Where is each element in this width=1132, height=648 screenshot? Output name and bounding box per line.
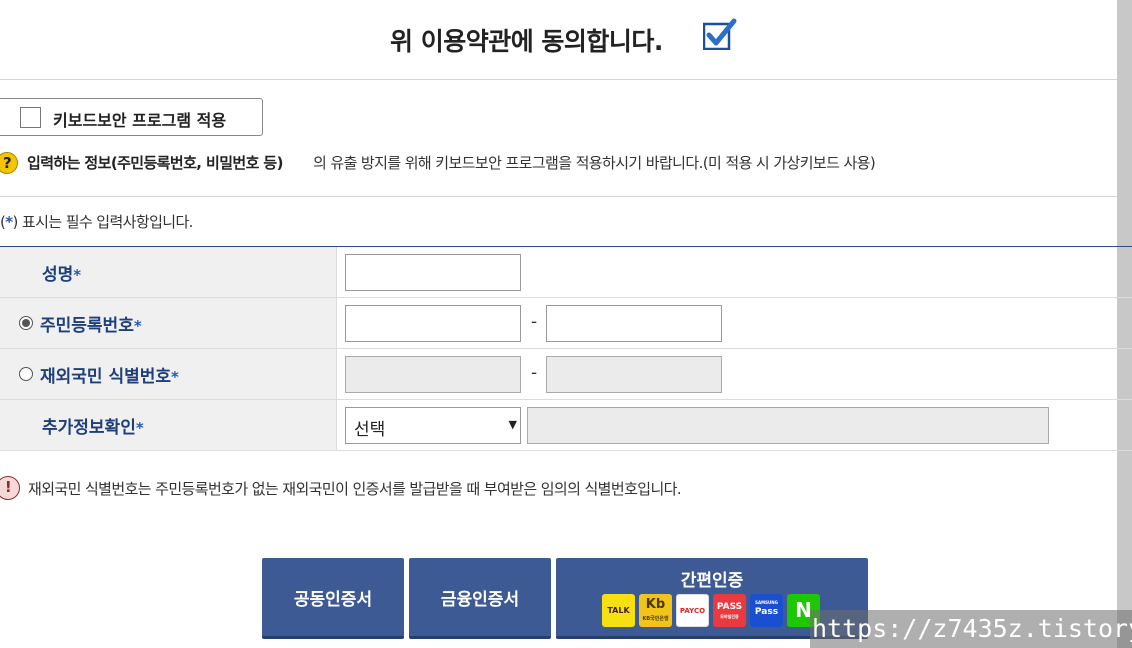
financial-certificate-button[interactable]: 금융인증서 <box>409 558 551 639</box>
label-cell: 성명* <box>0 247 337 297</box>
rrn-dash: - <box>531 312 538 332</box>
terms-agree-checkbox-checked-icon[interactable] <box>703 18 737 50</box>
required-star-icon: * <box>135 419 144 437</box>
extra-info-select[interactable]: 선택 ▼ <box>345 407 521 444</box>
name-label: 성명* <box>42 265 82 285</box>
required-star-icon: * <box>5 213 13 231</box>
notice-strong-text: 입력하는 정보(주민등록번호, 비밀번호 등) <box>27 154 283 172</box>
kb-logo-icon: Kb KB국민은행 <box>639 594 672 627</box>
question-icon: ? <box>0 152 18 174</box>
watermark: https://z7435z.tistory.com <box>810 610 1132 648</box>
financial-certificate-label: 금융인증서 <box>440 590 520 610</box>
extra-info-label: 추가정보확인* <box>42 418 144 438</box>
notice-text: 의 유출 방지를 위해 키보드보안 프로그램을 적용하시기 바랍니다.(미 적용… <box>313 154 876 172</box>
keyboard-security-toggle[interactable]: 키보드보안 프로그램 적용 <box>0 98 263 136</box>
terms-agree-row: 위 이용약관에 동의합니다. <box>0 0 1117 80</box>
foreign-id-back-input[interactable] <box>546 356 722 393</box>
foreign-id-radio[interactable] <box>19 367 33 381</box>
keyboard-security-label: 키보드보안 프로그램 적용 <box>53 111 227 130</box>
form-row-extra-info: 추가정보확인* 선택 ▼ <box>0 400 1132 451</box>
form-row-rrn: 주민등록번호* - <box>0 298 1132 349</box>
terms-agree-text: 위 이용약관에 동의합니다. <box>390 27 663 56</box>
form-row-foreign-id: 재외국민 식별번호* - <box>0 349 1132 400</box>
required-star-icon: * <box>73 266 82 284</box>
payco-logo-icon: PAYCO <box>676 594 709 627</box>
foreign-id-front-input[interactable] <box>345 356 521 393</box>
joint-certificate-label: 공동인증서 <box>293 590 373 610</box>
extra-info-input[interactable] <box>527 407 1049 444</box>
extra-info-select-value: 선택 <box>354 420 386 440</box>
required-fields-note: (*) 표시는 필수 입력사항입니다. <box>0 211 193 232</box>
divider <box>0 196 1117 197</box>
identity-form: 성명* 주민등록번호* - 재외국민 식별번호* - 추가정보확인* 선택 ▼ <box>0 246 1132 451</box>
samsung-pass-logo-icon: SAMSUNG Pass <box>750 594 783 627</box>
required-star-icon: * <box>171 368 179 386</box>
joint-certificate-button[interactable]: 공동인증서 <box>262 558 404 639</box>
foreign-id-label: 재외국민 식별번호* <box>40 367 179 387</box>
kakao-logo-icon: TALK <box>602 594 635 627</box>
rrn-back-input[interactable] <box>546 305 722 342</box>
foreign-id-notice-text: 재외국민 식별번호는 주민등록번호가 없는 재외국민이 인증서를 발급받을 때 … <box>28 480 682 498</box>
name-input[interactable] <box>345 254 521 291</box>
rrn-label: 주민등록번호* <box>40 316 142 336</box>
rrn-front-input[interactable] <box>345 305 521 342</box>
chevron-down-icon: ▼ <box>508 418 517 431</box>
label-cell: 재외국민 식별번호* <box>0 349 337 399</box>
simple-auth-label: 간편인증 <box>680 571 744 591</box>
rrn-radio-selected[interactable] <box>19 316 33 330</box>
required-star-icon: * <box>133 317 142 335</box>
pass-logo-icon: PASS 모바일인증 <box>713 594 746 627</box>
required-note-text: ) 표시는 필수 입력사항입니다. <box>12 213 194 231</box>
foreign-id-dash: - <box>531 363 538 383</box>
label-cell: 추가정보확인* <box>0 400 337 450</box>
form-row-name: 성명* <box>0 247 1132 298</box>
keyboard-security-checkbox[interactable] <box>20 107 41 128</box>
label-cell: 주민등록번호* <box>0 298 337 348</box>
